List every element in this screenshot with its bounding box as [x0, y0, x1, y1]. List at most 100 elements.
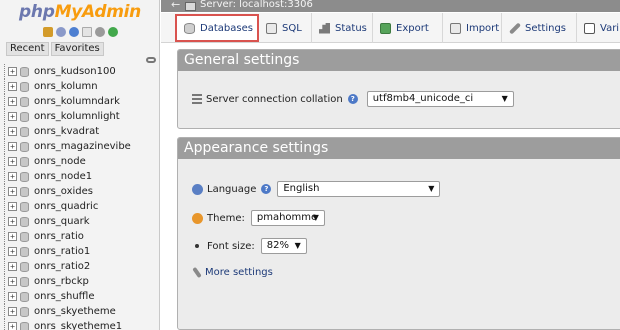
home-icon[interactable] — [42, 27, 53, 37]
export-icon — [380, 22, 391, 34]
more-settings-link[interactable]: More settings — [205, 267, 273, 278]
expand-icon[interactable]: + — [8, 187, 17, 196]
info-icon[interactable] — [68, 27, 79, 37]
expand-icon[interactable]: + — [8, 277, 17, 286]
database-name[interactable]: onrs_kolumn — [34, 79, 98, 94]
database-icon — [20, 187, 29, 197]
phpmyadmin-logo[interactable]: phpMyAdmin — [0, 0, 159, 24]
tab-status[interactable]: Status — [312, 13, 373, 43]
database-tree-item[interactable]: + onrs_rbckp — [0, 274, 159, 289]
back-arrow-icon[interactable]: ← — [171, 0, 180, 11]
database-name[interactable]: onrs_node1 — [34, 169, 92, 184]
database-name[interactable]: onrs_node — [34, 154, 86, 169]
database-tree-item[interactable]: + onrs_ratio — [0, 229, 159, 244]
expand-icon[interactable]: + — [8, 217, 17, 226]
expand-icon[interactable]: + — [8, 307, 17, 316]
documentation-icon[interactable] — [81, 27, 92, 37]
database-name[interactable]: onrs_ratio1 — [34, 244, 90, 259]
more-settings-row: More settings — [192, 266, 273, 279]
recent-button[interactable]: Recent — [6, 42, 49, 56]
expand-icon[interactable]: + — [8, 262, 17, 271]
wrench-icon — [192, 266, 202, 279]
database-name[interactable]: onrs_quadric — [34, 199, 98, 214]
database-name[interactable]: onrs_quark — [34, 214, 90, 229]
database-name[interactable]: onrs_skyetheme1 — [34, 319, 122, 330]
database-name[interactable]: onrs_ratio2 — [34, 259, 90, 274]
favorites-button[interactable]: Favorites — [50, 42, 104, 56]
database-tree-item[interactable]: + onrs_kolumn — [0, 79, 159, 94]
reload-icon[interactable] — [107, 27, 118, 37]
expand-icon[interactable]: + — [8, 157, 17, 166]
expand-icon[interactable]: + — [8, 112, 17, 121]
dropdown-arrow-icon: ▼ — [312, 213, 319, 222]
app-window: phpMyAdmin Recent Favorites + onrs_kudson… — [0, 0, 620, 330]
database-tree-item[interactable]: + onrs_quark — [0, 214, 159, 229]
tab-settings-label: Settings — [525, 22, 567, 34]
database-name[interactable]: onrs_magazinevibe — [34, 139, 131, 154]
database-name[interactable]: onrs_shuffle — [34, 289, 94, 304]
tab-export[interactable]: Export — [373, 13, 443, 43]
database-tree-item[interactable]: + onrs_skyetheme — [0, 304, 159, 319]
database-tree-item[interactable]: + onrs_kolumndark — [0, 94, 159, 109]
help-icon[interactable]: ? — [347, 94, 358, 104]
database-icon — [20, 142, 29, 152]
database-icon — [20, 97, 29, 107]
tab-sql[interactable]: SQL — [259, 13, 312, 43]
help-icon[interactable]: ? — [261, 184, 272, 194]
font-size-select[interactable]: 82% ▼ — [260, 238, 307, 254]
tab-import[interactable]: Import — [443, 13, 502, 43]
expand-icon[interactable]: + — [8, 247, 17, 256]
database-name[interactable]: onrs_kolumndark — [34, 94, 120, 109]
theme-row: Theme: pmahomme ▼ — [192, 210, 325, 226]
language-select[interactable]: English ▼ — [277, 181, 441, 197]
expand-icon[interactable]: + — [8, 97, 17, 106]
expand-icon[interactable]: + — [8, 322, 17, 330]
settings-icon[interactable] — [94, 27, 105, 37]
database-tree-item[interactable]: + onrs_magazinevibe — [0, 139, 159, 154]
database-name[interactable]: onrs_kudson100 — [34, 64, 116, 79]
collation-select[interactable]: utf8mb4_unicode_ci ▼ — [366, 91, 514, 107]
expand-icon[interactable]: + — [8, 142, 17, 151]
database-tree-item[interactable]: + onrs_kolumnlight — [0, 109, 159, 124]
database-tree-item[interactable]: + onrs_node — [0, 154, 159, 169]
database-tree-item[interactable]: + onrs_skyetheme1 — [0, 319, 159, 330]
database-icon — [20, 112, 29, 122]
database-name[interactable]: onrs_kolumnlight — [34, 109, 120, 124]
server-breadcrumb[interactable]: Server: localhost:3306 — [200, 0, 313, 10]
database-tree-item[interactable]: + onrs_shuffle — [0, 289, 159, 304]
tab-settings[interactable]: Settings — [502, 13, 577, 43]
status-chart-icon — [319, 22, 330, 34]
database-icon — [20, 217, 29, 227]
expand-icon[interactable]: + — [8, 172, 17, 181]
database-tree: + onrs_kudson100 + onrs_kolumn + onrs_kolumnd… — [0, 64, 159, 330]
tab-databases[interactable]: Databases — [175, 14, 259, 42]
database-tree-item[interactable]: + onrs_kvadrat — [0, 124, 159, 139]
tab-databases-label: Databases — [200, 22, 253, 34]
tab-variables[interactable]: Vari — [577, 13, 620, 43]
database-name[interactable]: onrs_ratio — [34, 229, 84, 244]
database-name[interactable]: onrs_kvadrat — [34, 124, 99, 139]
database-tree-item[interactable]: + onrs_node1 — [0, 169, 159, 184]
theme-value: pmahomme — [256, 212, 318, 223]
server-breadcrumb-bar: ← Server: localhost:3306 — [161, 0, 620, 12]
link-with-main-panel-icon[interactable] — [146, 57, 156, 63]
collation-label: Server connection collation — [206, 93, 343, 105]
theme-select[interactable]: pmahomme ▼ — [250, 210, 325, 226]
database-name[interactable]: onrs_skyetheme — [34, 304, 116, 319]
expand-icon[interactable]: + — [8, 292, 17, 301]
database-tree-item[interactable]: + onrs_kudson100 — [0, 64, 159, 79]
database-tree-item[interactable]: + onrs_oxides — [0, 184, 159, 199]
tab-sql-label: SQL — [282, 22, 302, 34]
expand-icon[interactable]: + — [8, 202, 17, 211]
database-tree-item[interactable]: + onrs_ratio2 — [0, 259, 159, 274]
dropdown-arrow-icon: ▼ — [428, 184, 435, 193]
exit-icon[interactable] — [55, 27, 66, 37]
database-name[interactable]: onrs_oxides — [34, 184, 93, 199]
expand-icon[interactable]: + — [8, 232, 17, 241]
database-name[interactable]: onrs_rbckp — [34, 274, 89, 289]
database-tree-item[interactable]: + onrs_quadric — [0, 199, 159, 214]
expand-icon[interactable]: + — [8, 67, 17, 76]
expand-icon[interactable]: + — [8, 82, 17, 91]
database-tree-item[interactable]: + onrs_ratio1 — [0, 244, 159, 259]
expand-icon[interactable]: + — [8, 127, 17, 136]
